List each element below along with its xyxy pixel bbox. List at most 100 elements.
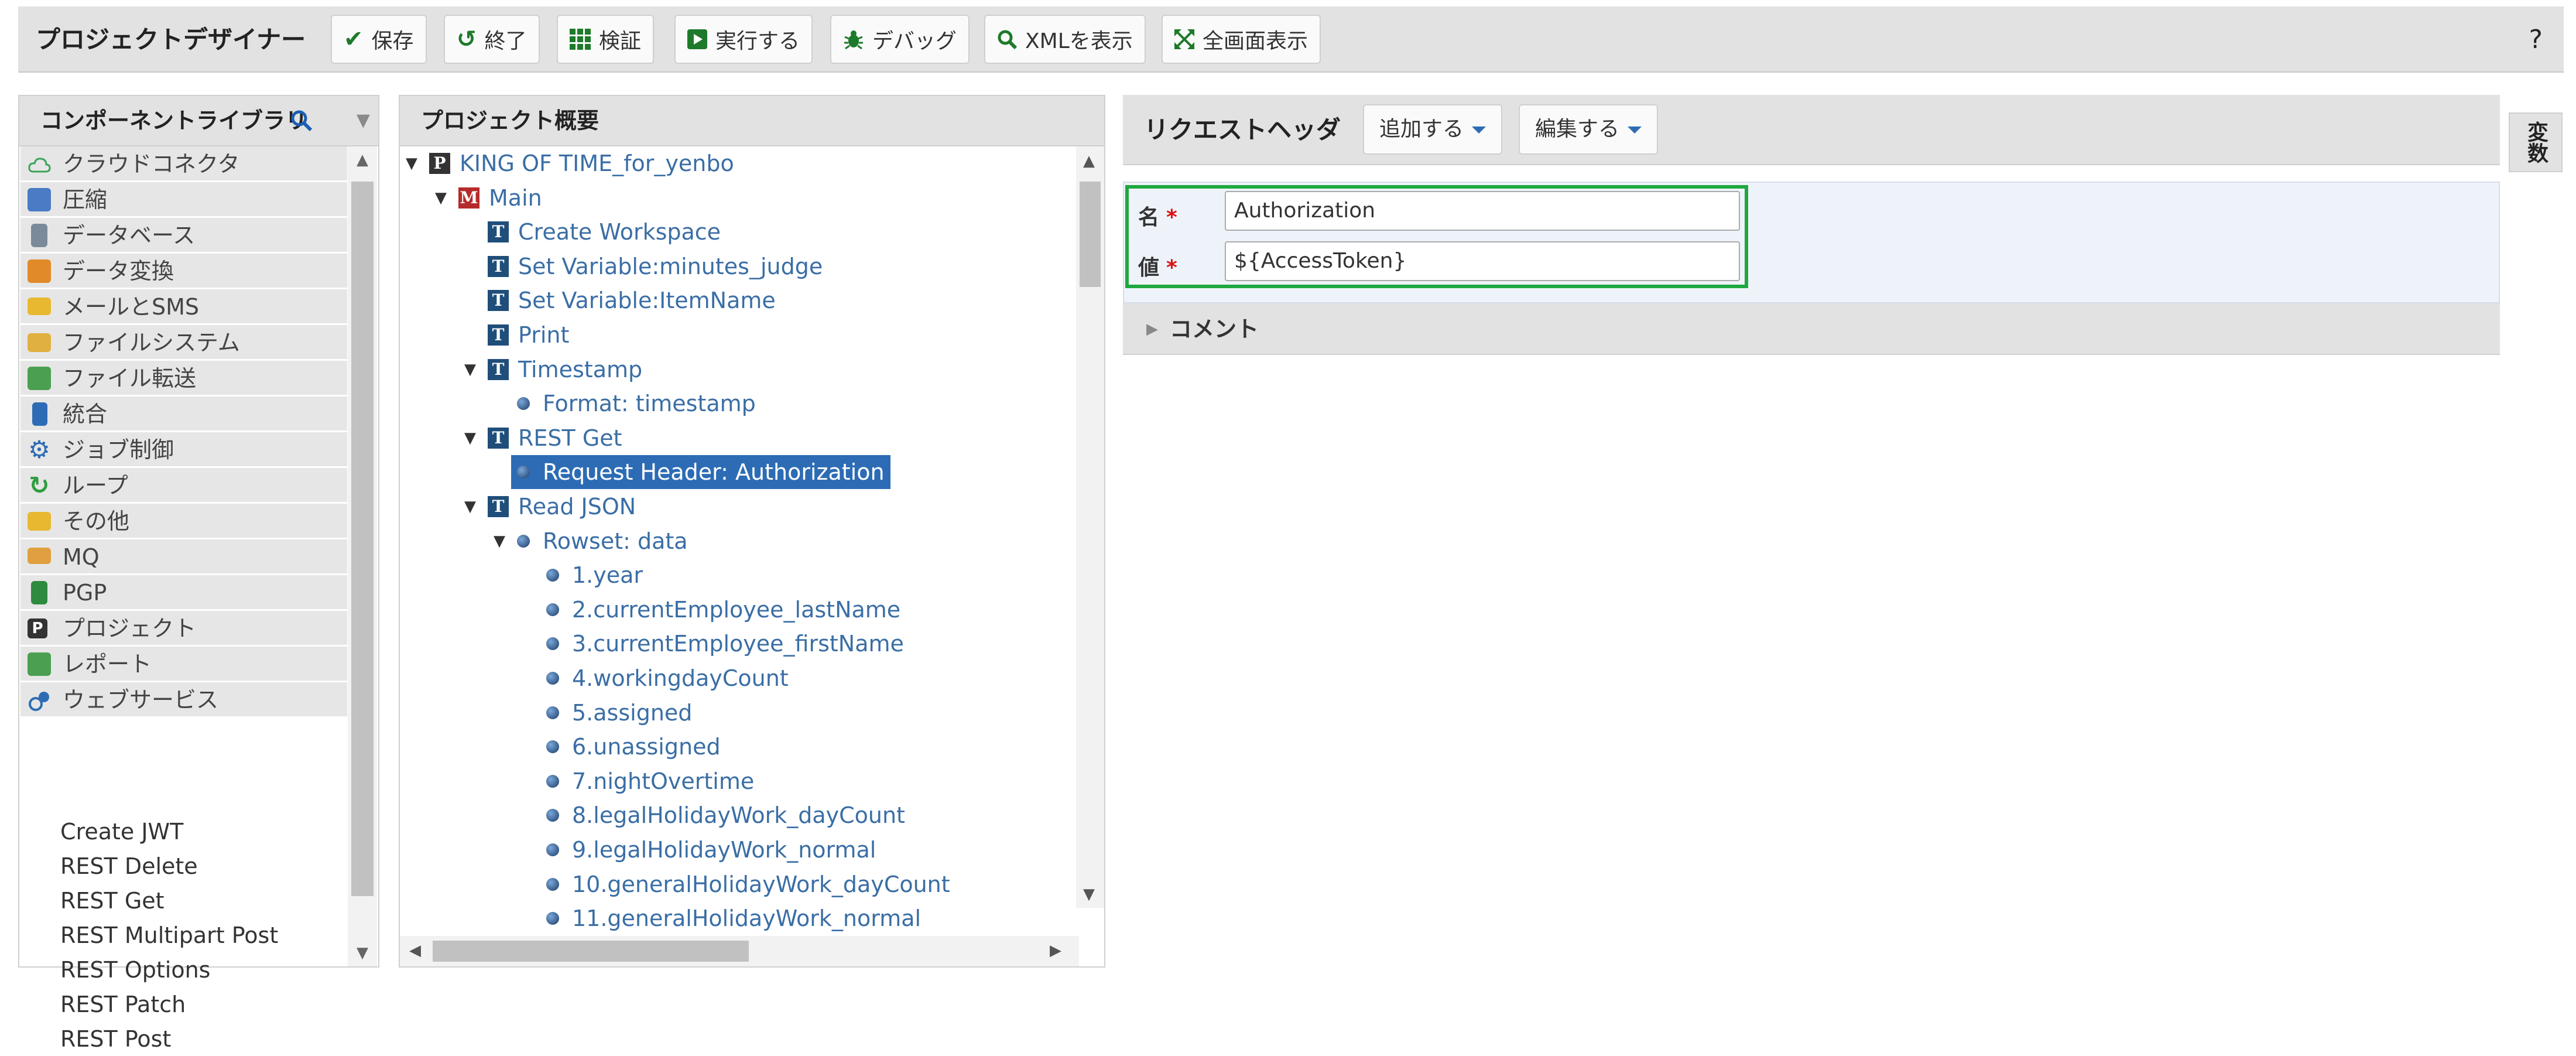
category-mq[interactable]: MQ <box>20 539 347 575</box>
run-button[interactable]: 実行する <box>674 15 813 64</box>
category-cloud-connector[interactable]: クラウドコネクタ <box>20 146 347 182</box>
comment-label: コメント <box>1170 316 1259 342</box>
expand-toggle-icon[interactable]: ▼ <box>464 490 476 524</box>
tree-node[interactable]: 9.legalHolidayWork_normal <box>546 833 876 867</box>
tree-node[interactable]: T Read JSON <box>488 490 636 524</box>
tree-node[interactable]: T Set Variable:minutes_judge <box>488 250 823 283</box>
task-icon: T <box>488 358 509 380</box>
scrollbar-thumb[interactable] <box>433 941 749 962</box>
tree-node[interactable]: T Create Workspace <box>488 215 721 249</box>
variables-tab[interactable]: 変数 <box>2509 112 2563 172</box>
tree-node[interactable]: 3.currentEmployee_firstName <box>546 627 904 661</box>
edit-button[interactable]: 編集する <box>1519 104 1659 155</box>
category-project[interactable]: P プロジェクト <box>20 611 347 646</box>
scroll-up-icon[interactable]: ▲ <box>1083 152 1095 170</box>
category-file-transfer[interactable]: ファイル転送 <box>20 361 347 396</box>
scrollbar-thumb[interactable] <box>1080 182 1101 287</box>
category-mail-sms[interactable]: メールとSMS <box>20 289 347 324</box>
category-label: メールとSMS <box>63 294 200 320</box>
task-icon: T <box>488 324 509 346</box>
category-web-service[interactable]: ウェブサービス <box>20 682 347 717</box>
tree-node-label: 4.workingdayCount <box>572 665 789 691</box>
category-loop[interactable]: ↻ ループ <box>20 468 347 503</box>
compress-icon <box>28 188 51 211</box>
tree-node[interactable]: 6.unassigned <box>546 730 721 764</box>
tree-node[interactable]: 2.currentEmployee_lastName <box>546 593 900 627</box>
category-report[interactable]: レポート <box>20 647 347 682</box>
category-database[interactable]: データベース <box>20 218 347 253</box>
tree-node-label: Set Variable:ItemName <box>518 288 776 314</box>
category-pgp[interactable]: PGP <box>20 575 347 610</box>
overview-vertical-scrollbar[interactable]: ▲ ▼ <box>1076 146 1104 908</box>
list-item[interactable]: Create JWT <box>60 815 183 849</box>
tree-node-label: 2.currentEmployee_lastName <box>572 596 901 623</box>
tree-node[interactable]: 5.assigned <box>546 696 692 730</box>
scroll-down-icon[interactable]: ▼ <box>348 944 377 962</box>
list-item[interactable]: REST Patch <box>60 987 186 1021</box>
name-field[interactable]: Authorization <box>1225 191 1740 231</box>
expand-toggle-icon[interactable]: ▼ <box>406 146 417 180</box>
expand-toggle-icon[interactable]: ▼ <box>464 421 476 455</box>
scroll-down-icon[interactable]: ▼ <box>1083 886 1095 903</box>
tree-node[interactable]: T Set Variable:ItemName <box>488 283 776 317</box>
tree-node-label: 3.currentEmployee_firstName <box>572 631 904 657</box>
category-compress[interactable]: 圧縮 <box>20 182 347 217</box>
tree-node[interactable]: T REST Get <box>488 421 622 455</box>
tree-node[interactable]: T Print <box>488 318 569 352</box>
tree-node[interactable]: 10.generalHolidayWork_dayCount <box>546 867 950 901</box>
scrollbar-thumb[interactable] <box>351 182 374 896</box>
tree-node[interactable]: P KING OF TIME_for_yenbo <box>429 146 734 180</box>
tree-node[interactable]: 7.nightOvertime <box>546 764 754 798</box>
expand-toggle-icon[interactable]: ▼ <box>494 524 505 558</box>
expand-toggle-icon[interactable]: ▼ <box>464 353 476 387</box>
check-icon: ✔ <box>344 26 364 53</box>
category-integration[interactable]: 統合 <box>20 397 347 432</box>
tree-node[interactable]: Request Header: Authorization <box>511 455 890 490</box>
category-other[interactable]: その他 <box>20 504 347 539</box>
list-item[interactable]: REST Get <box>60 884 165 918</box>
list-item[interactable]: REST Multipart Post <box>60 918 278 952</box>
tree-node[interactable]: M Main <box>458 181 542 215</box>
overview-horizontal-scrollbar[interactable]: ◀ ▶ <box>400 936 1079 966</box>
category-label: レポート <box>63 651 152 677</box>
list-item[interactable]: REST Options <box>60 953 210 987</box>
tree-node[interactable]: 11.generalHolidayWork_normal <box>546 901 921 935</box>
chevron-right-icon[interactable]: ▶ <box>1146 303 1158 355</box>
folder-icon <box>28 333 51 352</box>
tree-node[interactable]: T Timestamp <box>488 353 642 387</box>
task-icon: T <box>488 496 509 517</box>
show-xml-button[interactable]: XMLを表示 <box>984 15 1146 64</box>
category-file-system[interactable]: ファイルシステム <box>20 325 347 360</box>
integration-icon <box>32 402 47 426</box>
tree-node-label: Request Header: Authorization <box>543 459 885 486</box>
fullscreen-button[interactable]: 全画面表示 <box>1162 15 1321 64</box>
request-header-panel: リクエストヘッダ 追加する 編集する 名 * Authorization 値 * $… <box>1123 95 2500 355</box>
save-button[interactable]: ✔ 保存 <box>331 15 427 64</box>
validate-button[interactable]: 検証 <box>557 15 655 64</box>
chevron-down-icon[interactable]: ▼ <box>357 96 370 145</box>
library-scrollbar[interactable]: ▲ ▼ <box>348 146 377 966</box>
tree-node[interactable]: 1.year <box>546 558 643 592</box>
tree-node[interactable]: 8.legalHolidayWork_dayCount <box>546 798 905 832</box>
value-field[interactable]: ${AccessToken} <box>1225 241 1740 281</box>
scroll-right-icon[interactable]: ▶ <box>1050 942 1061 959</box>
save-button-label: 保存 <box>371 29 414 53</box>
category-label: ループ <box>63 473 128 498</box>
app-title: プロジェクトデザイナー <box>36 25 306 54</box>
debug-button[interactable]: デバッグ <box>830 15 970 64</box>
category-data-transform[interactable]: データ変換 <box>20 254 347 289</box>
help-button[interactable]: ? <box>2529 6 2543 73</box>
tree-node-label: Create Workspace <box>518 219 721 245</box>
comment-section[interactable]: ▶ コメント <box>1123 303 2500 355</box>
add-button[interactable]: 追加する <box>1363 104 1503 155</box>
scroll-up-icon[interactable]: ▲ <box>348 151 377 169</box>
scroll-left-icon[interactable]: ◀ <box>409 942 421 959</box>
tree-node[interactable]: Rowset: data <box>517 524 688 558</box>
exit-button[interactable]: ↺ 終了 <box>444 15 540 64</box>
tree-node[interactable]: Format: timestamp <box>517 387 756 421</box>
list-item[interactable]: REST Post <box>60 1022 171 1056</box>
tree-node[interactable]: 4.workingdayCount <box>546 661 789 695</box>
expand-toggle-icon[interactable]: ▼ <box>435 181 447 215</box>
category-job-control[interactable]: ⚙ ジョブ制御 <box>20 432 347 467</box>
list-item[interactable]: REST Delete <box>60 849 198 883</box>
